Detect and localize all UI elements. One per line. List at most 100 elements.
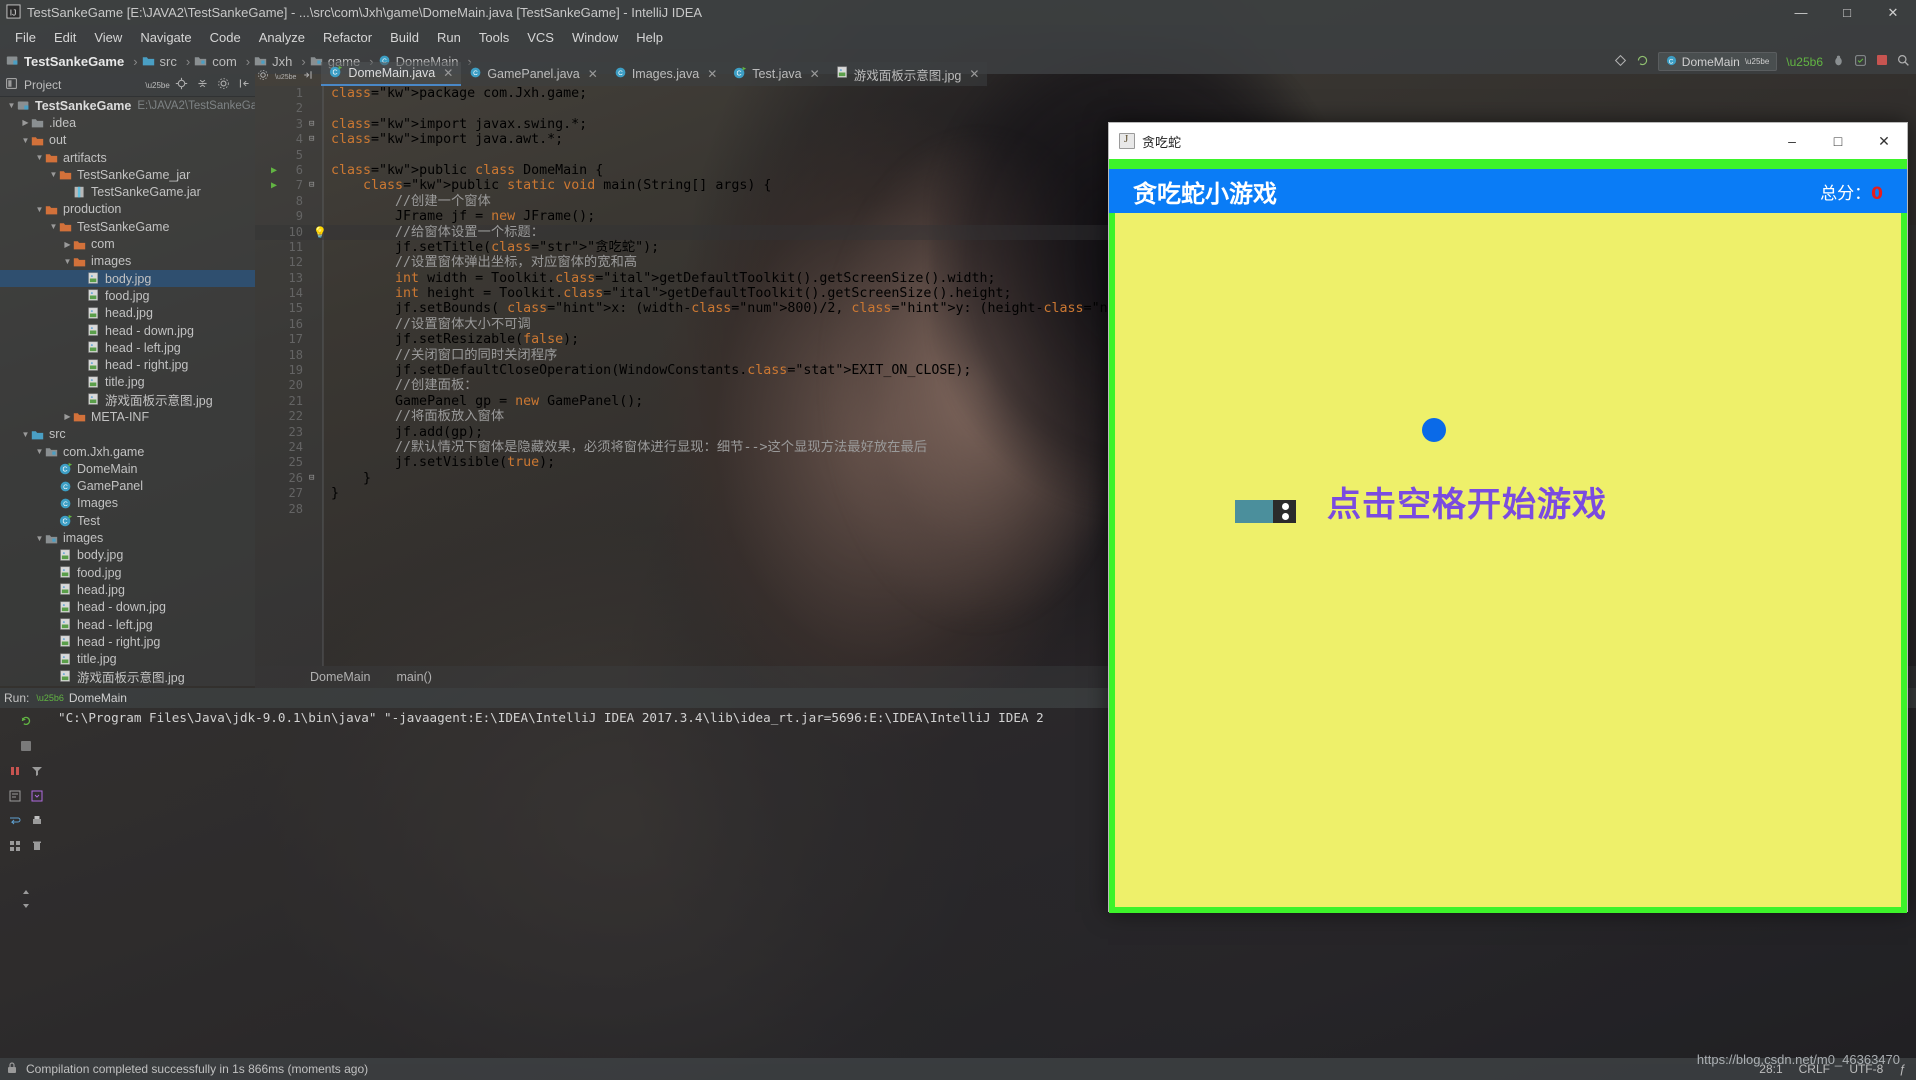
tree-node-head-right-jpg[interactable]: head - right.jpg xyxy=(0,356,255,373)
menu-item-refactor[interactable]: Refactor xyxy=(314,28,381,47)
editor-tab--jpg[interactable]: 游戏面板示意图.jpg ✕ xyxy=(827,62,988,86)
run-tab-domemain[interactable]: \u25b6 DomeMain xyxy=(36,691,127,705)
close-icon[interactable]: ✕ xyxy=(443,66,453,80)
wrap-icon[interactable] xyxy=(6,787,24,805)
gear-icon[interactable] xyxy=(217,77,230,93)
close-button[interactable]: ✕ xyxy=(1870,0,1916,25)
tree-node-artifacts[interactable]: ▼ artifacts xyxy=(0,149,255,166)
print-icon[interactable] xyxy=(28,812,46,830)
tree-node-head-jpg[interactable]: head.jpg xyxy=(0,581,255,598)
menu-item-tools[interactable]: Tools xyxy=(470,28,518,47)
chevron-down-icon[interactable]: ▼ xyxy=(62,257,73,266)
chevron-down-icon[interactable]: \u25be xyxy=(275,74,296,81)
chevron-down-icon[interactable]: ▼ xyxy=(34,534,45,543)
hide-icon[interactable] xyxy=(238,77,251,93)
tree-node-food-jpg[interactable]: food.jpg xyxy=(0,287,255,304)
menu-item-file[interactable]: File xyxy=(6,28,45,47)
menu-item-navigate[interactable]: Navigate xyxy=(131,28,200,47)
collapse-all-icon[interactable] xyxy=(196,77,209,93)
tree-node-head-jpg[interactable]: head.jpg xyxy=(0,305,255,322)
editor-tab-gamepanel-java[interactable]: C GamePanel.java ✕ xyxy=(461,62,606,86)
up-down-icon[interactable] xyxy=(17,890,35,908)
stop-icon[interactable] xyxy=(17,737,35,755)
tree-node-title-jpg[interactable]: title.jpg xyxy=(0,374,255,391)
code-line[interactable]: 1 class="kw">package com.Jxh.game; xyxy=(255,86,1916,101)
breadcrumb-class[interactable]: DomeMain xyxy=(310,670,370,684)
menu-item-vcs[interactable]: VCS xyxy=(518,28,563,47)
tree-node-head-left-jpg[interactable]: head - left.jpg xyxy=(0,339,255,356)
grid-icon[interactable] xyxy=(6,837,24,855)
breadcrumb-item-src[interactable]: src › xyxy=(142,54,195,70)
game-window[interactable]: 贪吃蛇 – □ ✕ 贪吃蛇小游戏 总分：0 点击空格开始游戏 xyxy=(1108,122,1908,913)
game-minimize-button[interactable]: – xyxy=(1769,123,1815,159)
breadcrumb-method[interactable]: main() xyxy=(396,670,431,684)
tree-node-meta-inf[interactable]: ▶ META-INF xyxy=(0,408,255,425)
tree-node-testsankegame[interactable]: ▼ TestSankeGame xyxy=(0,218,255,235)
maximize-button[interactable]: □ xyxy=(1824,0,1870,25)
menu-item-run[interactable]: Run xyxy=(428,28,470,47)
breadcrumb-item-testsankegame[interactable]: TestSankeGame › xyxy=(6,54,142,70)
menu-item-build[interactable]: Build xyxy=(381,28,428,47)
code-fold-icon[interactable]: ⊟ xyxy=(309,132,314,147)
project-tree[interactable]: ▼ TestSankeGame E:\JAVA2\TestSankeGame ▶ .id… xyxy=(0,97,255,686)
chevron-down-icon[interactable]: ▼ xyxy=(20,136,31,145)
gear-icon[interactable] xyxy=(257,68,269,86)
menu-item-edit[interactable]: Edit xyxy=(45,28,85,47)
tree-node-images[interactable]: ▼ images xyxy=(0,253,255,270)
menu-item-window[interactable]: Window xyxy=(563,28,627,47)
tree-node-head-down-jpg[interactable]: head - down.jpg xyxy=(0,322,255,339)
tree-node-com[interactable]: ▶ com xyxy=(0,235,255,252)
minimize-button[interactable]: — xyxy=(1778,0,1824,25)
chevron-down-icon[interactable]: ▼ xyxy=(48,222,59,231)
tree-node-testsankegame-jar[interactable]: ▼ TestSankeGame_jar xyxy=(0,166,255,183)
close-icon[interactable]: ✕ xyxy=(810,67,820,81)
soft-wrap-icon[interactable] xyxy=(6,812,24,830)
tree-node--jpg[interactable]: 游戏面板示意图.jpg xyxy=(0,391,255,408)
code-fold-icon[interactable]: ⊟ xyxy=(309,117,314,132)
editor-tab-images-java[interactable]: C Images.java ✕ xyxy=(605,62,726,86)
target-icon[interactable] xyxy=(175,77,188,93)
chevron-right-icon[interactable]: ▶ xyxy=(20,118,31,127)
tree-node-com-jxh-game[interactable]: ▼ com.Jxh.game xyxy=(0,443,255,460)
pause-icon[interactable] xyxy=(6,762,24,780)
chevron-down-icon[interactable]: ▼ xyxy=(48,170,59,179)
hide-icon[interactable] xyxy=(302,68,314,86)
rerun-icon[interactable] xyxy=(17,712,35,730)
close-icon[interactable]: ✕ xyxy=(588,67,598,81)
game-close-button[interactable]: ✕ xyxy=(1861,123,1907,159)
tree-node-images[interactable]: ▼ images xyxy=(0,529,255,546)
game-field[interactable]: 点击空格开始游戏 xyxy=(1109,213,1907,913)
code-fold-icon[interactable]: ⊟ xyxy=(309,471,314,486)
chevron-down-icon[interactable]: ▼ xyxy=(34,205,45,214)
menu-item-code[interactable]: Code xyxy=(201,28,250,47)
intention-bulb-icon[interactable]: 💡 xyxy=(313,225,327,240)
chevron-down-icon[interactable]: ▼ xyxy=(34,153,45,162)
gutter-run-icon[interactable]: ▶ xyxy=(271,163,277,178)
filter-icon[interactable] xyxy=(28,762,46,780)
tree-node-testsankegame[interactable]: ▼ TestSankeGame E:\JAVA2\TestSankeGame xyxy=(0,97,255,114)
chevron-down-icon[interactable]: \u25be xyxy=(145,81,169,90)
tree-node-production[interactable]: ▼ production xyxy=(0,201,255,218)
scroll-icon[interactable] xyxy=(28,787,46,805)
tree-node-gamepanel[interactable]: C GamePanel xyxy=(0,478,255,495)
tree-node--idea[interactable]: ▶ .idea xyxy=(0,114,255,131)
chevron-right-icon[interactable]: ▶ xyxy=(62,240,73,249)
menu-item-help[interactable]: Help xyxy=(627,28,672,47)
tree-node-test[interactable]: C Test xyxy=(0,512,255,529)
tree-node-head-left-jpg[interactable]: head - left.jpg xyxy=(0,616,255,633)
tree-node-head-right-jpg[interactable]: head - right.jpg xyxy=(0,633,255,650)
chevron-down-icon[interactable]: ▼ xyxy=(34,447,45,456)
game-maximize-button[interactable]: □ xyxy=(1815,123,1861,159)
tree-node-testsankegame-jar[interactable]: TestSankeGame.jar xyxy=(0,183,255,200)
close-icon[interactable]: ✕ xyxy=(707,67,717,81)
chevron-down-icon[interactable]: ▼ xyxy=(6,101,17,110)
editor-tab-test-java[interactable]: C Test.java ✕ xyxy=(725,62,828,86)
editor-tab-domemain-java[interactable]: C DomeMain.java ✕ xyxy=(321,62,462,86)
status-indent[interactable]: ƒ xyxy=(1899,1062,1906,1076)
tree-node-src[interactable]: ▼ src xyxy=(0,426,255,443)
tree-node-out[interactable]: ▼ out xyxy=(0,132,255,149)
chevron-down-icon[interactable]: ▼ xyxy=(20,430,31,439)
code-line[interactable]: 2 xyxy=(255,101,1916,116)
tree-node-images[interactable]: C Images xyxy=(0,495,255,512)
gutter-run-icon[interactable]: ▶ xyxy=(271,178,277,193)
